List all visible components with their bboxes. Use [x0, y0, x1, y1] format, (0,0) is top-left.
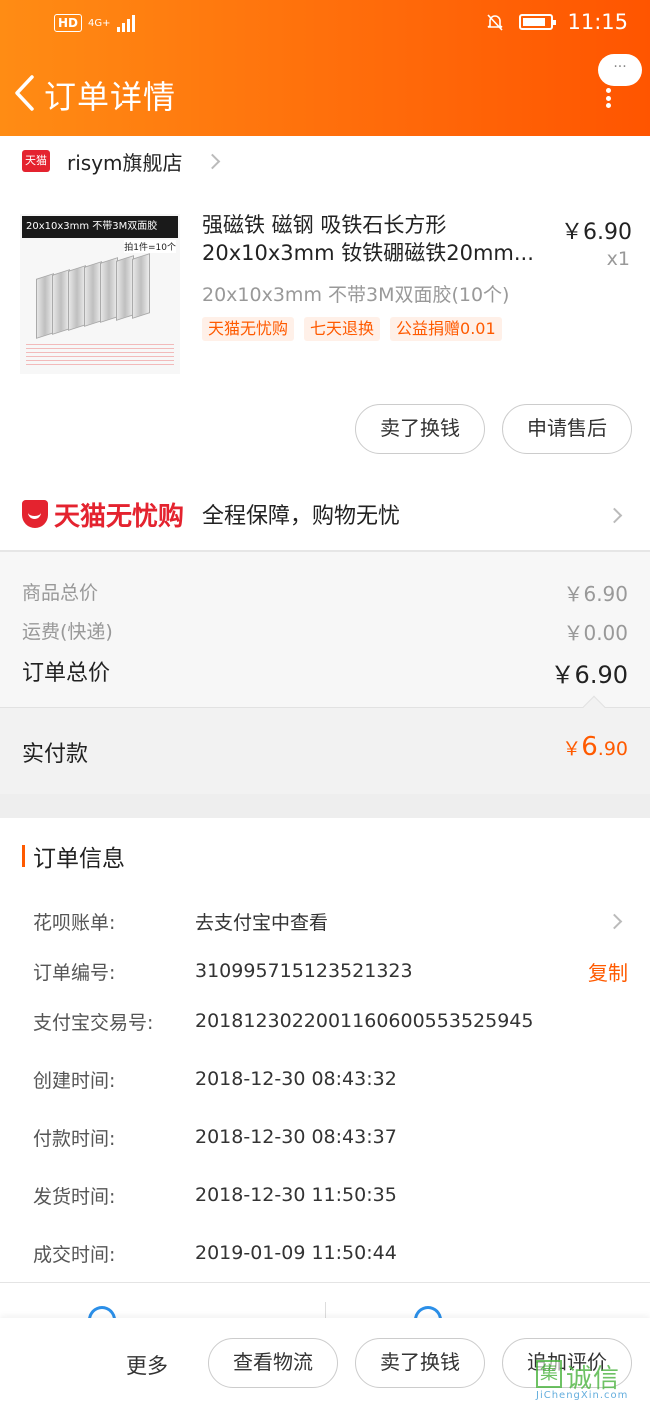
section-gap [0, 794, 650, 818]
info-value: 2019-01-09 11:50:44 [195, 1242, 397, 1264]
info-label: 发货时间: [33, 1185, 116, 1208]
message-bubble-icon[interactable]: ··· [598, 54, 642, 86]
battery-icon [519, 14, 557, 30]
watermark-logo: 集 诚信 JiChengXin.com [536, 1358, 646, 1404]
shop-row[interactable]: 天猫 risym旗舰店 [0, 136, 650, 186]
guarantee-brand: 天猫无忧购 [54, 501, 185, 532]
goods-total-value: ￥6.90 [563, 582, 628, 606]
tag-charity: 公益捐赠0.01 [390, 317, 502, 341]
watermark-url: JiChengXin.com [536, 1390, 629, 1401]
created-time-row: 创建时间: 2018-12-30 08:43:32 [33, 1064, 628, 1094]
paid-time-row: 付款时间: 2018-12-30 08:43:37 [33, 1122, 628, 1152]
network-type: 4G+ [88, 17, 111, 29]
shipping-value: ￥0.00 [563, 621, 628, 645]
paid-decimal: .90 [597, 738, 628, 760]
magnet-stack-graphic [36, 253, 166, 339]
signal-icon [116, 14, 135, 32]
shield-icon [22, 500, 48, 528]
view-logistics-button[interactable]: 查看物流 [208, 1338, 338, 1388]
paid-label: 实付款 [22, 742, 89, 767]
notch-decoration [582, 695, 606, 719]
paid-amount-row: 实付款 ￥6.90 [0, 695, 650, 795]
info-label: 支付宝交易号: [33, 1011, 154, 1034]
price-summary: 商品总价 ￥6.90 运费(快递) ￥0.00 订单总价 ￥6.90 实付款 ￥… [0, 552, 650, 795]
product-title[interactable]: 强磁铁 磁钢 吸铁石长方形 20x10x3mm 钕铁硼磁铁20mm... [202, 211, 542, 267]
chevron-right-icon [606, 507, 623, 524]
tag-worry-free: 天猫无忧购 [202, 317, 295, 341]
image-sublabel: 拍1件=10个 [124, 240, 176, 253]
chevron-right-icon [204, 153, 220, 169]
info-label: 订单编号: [33, 961, 116, 984]
mute-bell-icon [487, 14, 504, 31]
info-label: 创建时间: [33, 1069, 116, 1092]
divider [0, 1282, 650, 1283]
tmall-icon: 天猫 [22, 150, 50, 172]
accent-bar [22, 845, 25, 867]
app-header: HD 4G+ 11:15 订单详情 ··· [0, 0, 650, 136]
status-bar-left: HD 4G+ [54, 14, 135, 32]
back-arrow-icon[interactable] [12, 74, 38, 112]
order-total-label: 订单总价 [22, 661, 111, 686]
watermark-icon: 集 [536, 1360, 562, 1388]
info-value: 2018-12-30 11:50:35 [195, 1184, 397, 1206]
hd-icon: HD [54, 14, 83, 32]
info-value: 310995715123521323 [195, 960, 413, 982]
guarantee-slogan: 全程保障，购物无忧 [202, 504, 401, 529]
tag-seven-day-return: 七天退换 [304, 317, 381, 341]
after-sale-button[interactable]: 申请售后 [502, 404, 632, 454]
shipping-label: 运费(快递) [22, 621, 113, 643]
info-value: 2018-12-30 08:43:37 [195, 1126, 397, 1148]
shipping-row: 运费(快递) ￥0.00 [22, 617, 628, 646]
product-price: ￥6.90 [561, 220, 632, 245]
status-time: 11:15 [567, 10, 628, 34]
product-image[interactable]: 20x10x3mm 不带3M双面胶 拍1件=10个 [20, 214, 180, 374]
order-number-row: 订单编号: 310995715123521323 复制 [33, 956, 628, 986]
order-info-heading: 订单信息 [33, 846, 125, 872]
completed-time-row: 成交时间: 2019-01-09 11:50:44 [33, 1238, 628, 1268]
info-label: 成交时间: [33, 1243, 116, 1266]
goods-total-row: 商品总价 ￥6.90 [22, 578, 628, 607]
shipped-time-row: 发货时间: 2018-12-30 11:50:35 [33, 1180, 628, 1210]
status-bar-right: 11:15 [485, 10, 628, 34]
alipay-trade-row: 支付宝交易号: 2018123022001160600553525945 [33, 1006, 628, 1036]
shop-name[interactable]: risym旗舰店 [67, 147, 183, 176]
goods-total-label: 商品总价 [22, 582, 99, 604]
order-info-title: 订单信息 [22, 842, 125, 872]
copy-button[interactable]: 复制 [588, 957, 628, 986]
product-tags: 天猫无忧购 七天退换 公益捐赠0.01 [202, 317, 502, 341]
page-title: 订单详情 [44, 78, 177, 116]
product-sku: 20x10x3mm 不带3M双面胶(10个) [202, 284, 510, 306]
more-button[interactable]: 更多 [126, 1350, 168, 1380]
paid-value: ￥6.90 [562, 732, 628, 762]
image-notes [26, 342, 174, 368]
info-value: 2018-12-30 08:43:32 [195, 1068, 397, 1090]
info-value[interactable]: 去支付宝中查看 [195, 908, 328, 935]
paid-integer: 6 [581, 732, 598, 762]
order-total-value: ￥6.90 [550, 661, 628, 689]
order-total-row: 订单总价 ￥6.90 [22, 655, 628, 690]
info-label: 付款时间: [33, 1127, 116, 1150]
paid-currency: ￥ [562, 738, 582, 760]
sell-button[interactable]: 卖了换钱 [355, 404, 485, 454]
info-label: 花呗账单: [33, 911, 116, 934]
info-value: 2018123022001160600553525945 [195, 1010, 534, 1032]
sell-button[interactable]: 卖了换钱 [355, 1338, 485, 1388]
guarantee-row[interactable]: 天猫无忧购 全程保障，购物无忧 [0, 478, 650, 550]
huabei-row[interactable]: 花呗账单: 去支付宝中查看 [33, 906, 628, 936]
chevron-right-icon [606, 913, 623, 929]
image-label: 20x10x3mm 不带3M双面胶 [22, 216, 178, 238]
more-menu-icon[interactable] [606, 88, 612, 108]
product-quantity: x1 [606, 248, 630, 270]
